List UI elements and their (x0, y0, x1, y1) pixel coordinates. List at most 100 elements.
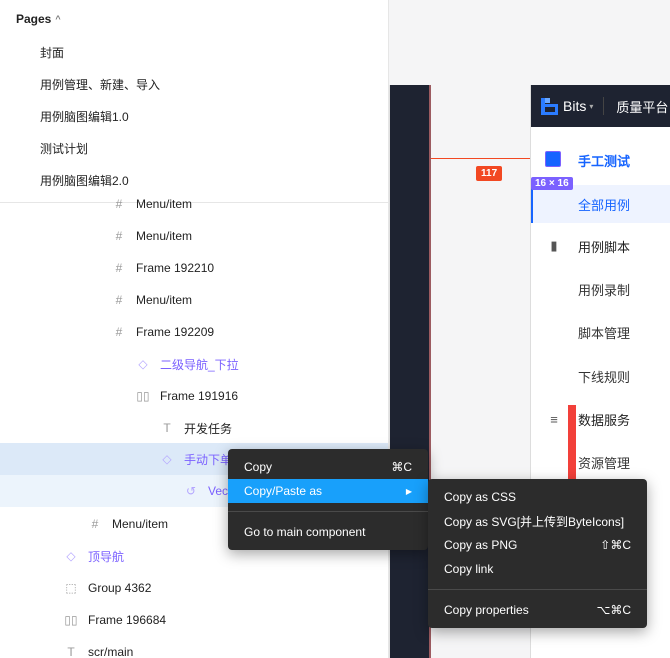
nav-label: 用例录制 (578, 282, 631, 298)
page-item[interactable]: 用例脑图编辑1.0 (40, 108, 129, 125)
chevron-up-icon[interactable]: ^ (55, 14, 60, 24)
menu-label: Go to main component (244, 525, 366, 539)
menu-label: Copy as SVG[并上传到ByteIcons] (444, 514, 625, 529)
figma-window: Pages ^ 封面 用例管理、新建、导入 用例脑图编辑1.0 测试计划 用例脑… (0, 0, 670, 658)
measure-line (431, 158, 544, 159)
app-top-bar: Bits ▾ 质量平台 (531, 85, 670, 127)
layer-row[interactable]: ▯▯ Frame 196684 (64, 604, 388, 636)
pages-header[interactable]: Pages ^ (16, 12, 61, 26)
group-icon: ⬚ (65, 581, 77, 595)
menu-label: Copy (244, 460, 273, 474)
page-item[interactable]: 测试计划 (40, 140, 88, 157)
text-icon: T (163, 421, 171, 435)
layer-row[interactable]: # Frame 192209 (112, 316, 388, 348)
selected-icon-bounds[interactable] (545, 151, 561, 167)
layer-name: Group 4362 (88, 581, 152, 595)
size-badge: 16 × 16 (531, 177, 573, 190)
vector-icon: ↺ (185, 484, 197, 498)
nav-resource-mgmt[interactable]: 资源管理 (531, 444, 670, 480)
menu-separator (428, 589, 647, 590)
nav-offline-rules[interactable]: 下线规则 (531, 358, 670, 394)
frame-icon: # (115, 229, 123, 243)
layer-name: 二级导航_下拉 (160, 357, 239, 372)
component-instance-icon: ◇ (66, 549, 76, 563)
platform-title: 质量平台 (616, 99, 669, 115)
top-divider (603, 97, 605, 115)
layer-name: Menu/item (136, 293, 193, 307)
frame-icon: # (115, 197, 123, 211)
nav-label: 脚本管理 (578, 325, 631, 341)
layer-name: Menu/item (112, 517, 169, 531)
bits-logo-icon (541, 97, 558, 115)
layer-name: 手动下单 (184, 452, 233, 467)
layer-name: Frame 196684 (88, 613, 167, 627)
auto-layout-icon: ▯▯ (136, 389, 150, 403)
measure-distance-badge: 117 (476, 166, 503, 181)
layer-name: scr/main (88, 645, 134, 658)
layer-name: Frame 192209 (136, 325, 215, 339)
layer-name: Frame 191916 (160, 389, 239, 403)
menu-item-copy-link[interactable]: Copy link (428, 557, 647, 581)
layer-row[interactable]: ▯▯ Frame 191916 (136, 380, 388, 412)
component-instance-icon: ◇ (138, 357, 148, 371)
auto-layout-icon: ▯▯ (64, 613, 78, 627)
menu-separator (228, 511, 428, 512)
copy-paste-submenu: Copy as CSS Copy as SVG[并上传到ByteIcons] C… (428, 479, 647, 628)
context-menu: Copy ⌘C Copy/Paste as ▶ Go to main compo… (228, 449, 428, 550)
frame-icon: # (115, 261, 123, 275)
page-item[interactable]: 用例管理、新建、导入 (40, 76, 160, 93)
app-brand: Bits (563, 98, 587, 114)
layer-row[interactable]: # Menu/item (112, 284, 388, 316)
nav-label: 手工测试 (578, 153, 631, 169)
nav-label: 全部用例 (578, 197, 631, 213)
frame-icon: # (115, 325, 123, 339)
menu-item-copy-properties[interactable]: Copy properties ⌥⌘C (428, 598, 647, 622)
layer-name: Menu/item (136, 229, 193, 243)
menu-label: Copy link (444, 562, 494, 576)
page-item[interactable]: 用例脑图编辑2.0 (40, 172, 129, 189)
caret-down-icon[interactable]: ▾ (589, 102, 593, 111)
text-icon: T (67, 645, 75, 658)
nav-all-cases[interactable]: 全部用例 (531, 185, 670, 223)
nav-case-record[interactable]: 用例录制 (531, 271, 670, 307)
menu-label: Copy as CSS (444, 490, 517, 504)
menu-shortcut: ⌘C (391, 460, 412, 474)
submenu-arrow-icon: ▶ (405, 486, 412, 496)
nav-script-mgmt[interactable]: 脚本管理 (531, 314, 670, 350)
layer-name: Frame 192210 (136, 261, 215, 275)
menu-shortcut: ⇧⌘C (600, 538, 631, 552)
nav-label: 用例脚本 (578, 239, 631, 255)
nav-data-service[interactable]: ≡ 数据服务 (531, 401, 670, 437)
layer-row[interactable]: T scr/main (64, 636, 388, 658)
layer-row[interactable]: # Menu/item (112, 188, 388, 220)
layer-row[interactable]: ⬚ Group 4362 (64, 572, 388, 604)
menu-item-copy-as-png[interactable]: Copy as PNG ⇧⌘C (428, 533, 647, 557)
canvas-dark-frame[interactable] (389, 85, 431, 658)
layer-row[interactable]: T 开发任务 (160, 412, 388, 444)
pages-title: Pages (16, 12, 52, 26)
layer-row[interactable]: # Frame 192210 (112, 252, 388, 284)
frame-icon: # (115, 293, 123, 307)
menu-label: Copy properties (444, 603, 529, 617)
layer-name: Menu/item (136, 197, 193, 211)
layer-row[interactable]: ◇ 二级导航_下拉 (136, 348, 388, 380)
layer-name: Vec (208, 484, 229, 498)
component-instance-icon: ◇ (162, 452, 172, 466)
nav-case-scripts[interactable]: ▮ 用例脚本 (531, 228, 670, 264)
menu-item-copy-paste-as[interactable]: Copy/Paste as ▶ (228, 479, 428, 503)
menu-shortcut: ⌥⌘C (596, 603, 632, 617)
layer-row[interactable]: # Menu/item (112, 220, 388, 252)
menu-item-copy-as-css[interactable]: Copy as CSS (428, 485, 647, 509)
menu-label: Copy/Paste as (244, 484, 323, 498)
layer-name: 开发任务 (184, 421, 233, 436)
menu-item-go-to-main-component[interactable]: Go to main component (228, 520, 428, 544)
page-item[interactable]: 封面 (40, 44, 64, 61)
menu-item-copy-as-svg[interactable]: Copy as SVG[并上传到ByteIcons] (428, 509, 647, 533)
layer-name: 顶导航 (88, 549, 125, 564)
nav-label: 下线规则 (578, 369, 631, 385)
clipboard-icon: ▮ (550, 238, 558, 253)
frame-icon: # (91, 517, 99, 531)
menu-label: Copy as PNG (444, 538, 518, 552)
layers-panel: Pages ^ 封面 用例管理、新建、导入 用例脑图编辑1.0 测试计划 用例脑… (0, 0, 389, 658)
menu-item-copy[interactable]: Copy ⌘C (228, 455, 428, 479)
